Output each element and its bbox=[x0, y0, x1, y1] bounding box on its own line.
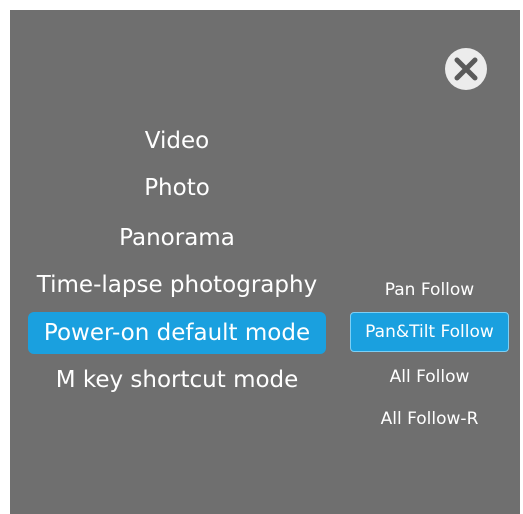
menu-item-m-key-shortcut-mode[interactable]: M key shortcut mode bbox=[28, 359, 326, 401]
menu-item-power-on-default-mode[interactable]: Power-on default mode bbox=[28, 312, 326, 354]
menu-item-panorama[interactable]: Panorama bbox=[28, 217, 326, 259]
menu-item-photo[interactable]: Photo bbox=[28, 167, 326, 209]
submenu-item-all-follow[interactable]: All Follow bbox=[350, 357, 509, 397]
menu-item-time-lapse[interactable]: Time-lapse photography bbox=[28, 264, 326, 306]
menu-item-video[interactable]: Video bbox=[28, 120, 326, 162]
submenu-item-pan-tilt-follow[interactable]: Pan&Tilt Follow bbox=[350, 312, 509, 352]
submenu-item-pan-follow[interactable]: Pan Follow bbox=[350, 270, 509, 310]
close-icon bbox=[454, 57, 478, 81]
submenu-item-all-follow-r[interactable]: All Follow-R bbox=[350, 399, 509, 439]
close-button[interactable] bbox=[445, 48, 487, 90]
